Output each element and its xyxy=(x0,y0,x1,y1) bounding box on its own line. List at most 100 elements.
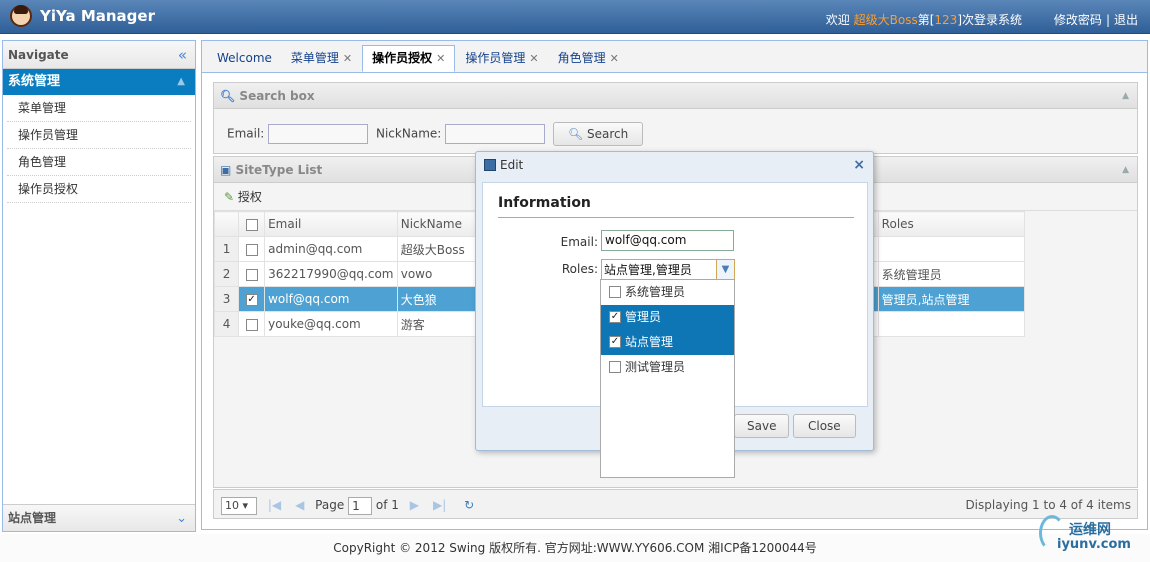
search-icon: 🔍︎ xyxy=(567,127,584,141)
collapse-up-icon[interactable]: ▲ xyxy=(1122,157,1129,183)
tab-label: 菜单管理 xyxy=(290,51,339,65)
role-option[interactable]: 系统管理员 xyxy=(601,280,734,305)
nickname-cell: 超级大Boss xyxy=(396,236,478,262)
row-checkbox-cell xyxy=(238,311,266,337)
tab-role-management[interactable]: 角色管理 ✕ xyxy=(549,46,628,73)
chevron-up-icon[interactable]: ▲ xyxy=(177,69,185,95)
last-page-icon[interactable]: ▶| xyxy=(433,498,446,512)
close-icon[interactable]: ✕ xyxy=(529,52,538,65)
chevron-double-down-icon[interactable]: ⌄ xyxy=(176,505,187,532)
close-button[interactable]: Close xyxy=(793,414,856,438)
page-size-select[interactable]: 10 ▾ xyxy=(221,496,257,515)
row-checkbox[interactable] xyxy=(245,243,258,256)
email-cell: 362217990@qq.com xyxy=(264,261,398,287)
tab-operator-management[interactable]: 操作员管理 ✕ xyxy=(456,46,547,73)
option-checkbox-checked[interactable]: ✓ xyxy=(609,335,621,348)
logo-avatar-icon xyxy=(10,5,32,27)
option-label: 管理员 xyxy=(625,310,662,324)
page-size-value: 10 xyxy=(225,498,239,512)
tab-label: 角色管理 xyxy=(557,51,606,65)
row-checkbox[interactable] xyxy=(245,268,258,281)
tab-bar: Welcome 菜单管理 ✕ 操作员授权 ✕ 操作员管理 ✕ 角色管理 ✕ xyxy=(202,41,1147,73)
email-cell: wolf@qq.com xyxy=(264,286,398,312)
row-number: 4 xyxy=(213,311,240,337)
email-cell: youke@qq.com xyxy=(264,311,398,337)
sidebar-item-menu[interactable]: 菜单管理 xyxy=(7,95,191,122)
option-checkbox[interactable] xyxy=(609,360,621,373)
prev-page-icon[interactable]: ◀ xyxy=(295,498,304,512)
role-option-selected[interactable]: ✓ 站点管理 xyxy=(601,330,734,355)
sidebar-group-system[interactable]: 系统管理 ▲ xyxy=(3,69,195,95)
email-search-input[interactable] xyxy=(268,124,369,144)
sidebar-title: Navigate xyxy=(8,48,69,62)
close-icon[interactable]: ✕ xyxy=(610,52,619,65)
collapse-left-icon[interactable]: « xyxy=(178,41,187,69)
user-name: 超级大Boss xyxy=(853,13,918,27)
row-number: 2 xyxy=(213,261,240,287)
nickname-cell: 游客 xyxy=(396,311,478,337)
page-number-input[interactable]: 1 xyxy=(348,496,373,515)
roles-cell: 管理员,站点管理 xyxy=(877,286,1026,312)
authorize-label: 授权 xyxy=(237,190,262,204)
email-label: Email: xyxy=(227,126,265,141)
watermark-bottom-text: iyunv.com xyxy=(1057,537,1131,552)
row-number: 1 xyxy=(213,236,240,262)
row-checkbox-cell: ✓ xyxy=(238,286,266,312)
chevron-down-icon[interactable]: ▼ xyxy=(716,260,734,280)
column-header-email[interactable]: Email xyxy=(264,211,398,237)
nickname-search-input[interactable] xyxy=(445,124,546,144)
tab-menu-management[interactable]: 菜单管理 ✕ xyxy=(282,46,361,73)
change-password-link[interactable]: 修改密码 xyxy=(1054,13,1102,27)
select-all-checkbox[interactable] xyxy=(245,218,258,231)
option-label: 系统管理员 xyxy=(625,285,686,299)
nickname-cell: vowo xyxy=(396,261,478,287)
search-button[interactable]: 🔍︎ Search xyxy=(552,122,644,146)
refresh-icon[interactable]: ↻ xyxy=(464,498,474,512)
authorize-button[interactable]: ✎ 授权 xyxy=(224,190,262,204)
search-icon: 🔍︎ xyxy=(220,89,236,103)
close-icon[interactable]: × xyxy=(853,152,865,178)
search-box-header: 🔍︎ Search box ▲ xyxy=(214,83,1137,109)
logout-link[interactable]: 退出 xyxy=(1114,13,1138,27)
sidebar-item-operators[interactable]: 操作员管理 xyxy=(7,122,191,149)
dialog-email-input[interactable]: wolf@qq.com xyxy=(601,230,734,251)
column-header-roles[interactable]: Roles xyxy=(877,211,1026,237)
app-title: YiYa Manager xyxy=(40,7,155,25)
dialog-title: Edit xyxy=(500,158,524,172)
tab-label: 操作员管理 xyxy=(465,51,526,65)
welcome-message: 欢迎 超级大Boss第[123]次登录系统 xyxy=(826,11,1022,28)
close-icon[interactable]: ✕ xyxy=(343,52,352,65)
list-title: SiteType List xyxy=(235,163,323,177)
next-page-icon[interactable]: ▶ xyxy=(410,498,419,512)
dialog-email-label: Email: xyxy=(560,235,598,249)
tab-operator-authorization[interactable]: 操作员授权 ✕ xyxy=(362,45,456,72)
close-icon[interactable]: ✕ xyxy=(436,52,445,65)
role-option[interactable]: 测试管理员 xyxy=(601,355,734,380)
sidebar-group-site-label: 站点管理 xyxy=(8,511,57,525)
option-checkbox[interactable] xyxy=(609,285,621,298)
tab-welcome[interactable]: Welcome xyxy=(208,46,281,73)
welcome-prefix: 欢迎 xyxy=(825,13,850,27)
collapse-up-icon[interactable]: ▲ xyxy=(1122,83,1129,109)
nickname-label: NickName: xyxy=(376,126,442,141)
nickname-cell: 大色狼 xyxy=(396,286,478,312)
save-button[interactable]: Save xyxy=(734,414,790,438)
sidebar-group-site[interactable]: 站点管理 ⌄ xyxy=(3,504,195,531)
page-label: Page xyxy=(315,498,345,512)
row-checkbox[interactable] xyxy=(245,318,258,331)
column-header-nickname[interactable]: NickName xyxy=(396,211,478,237)
sidebar-item-roles[interactable]: 角色管理 xyxy=(7,149,191,176)
roles-cell xyxy=(877,236,1026,262)
roles-combobox[interactable]: 站点管理,管理员 ▼ xyxy=(601,259,735,281)
pencil-icon: ✎ xyxy=(224,190,235,204)
disk-icon xyxy=(484,159,496,171)
row-number: 3 xyxy=(213,286,240,312)
search-box-title: Search box xyxy=(239,89,315,103)
row-checkbox-checked[interactable]: ✓ xyxy=(245,293,258,306)
sidebar-item-authorization[interactable]: 操作员授权 xyxy=(7,176,191,203)
option-checkbox-checked[interactable]: ✓ xyxy=(609,310,621,323)
login-prefix: 第[ xyxy=(917,13,935,27)
tab-label: Welcome xyxy=(217,51,272,65)
role-option-selected[interactable]: ✓ 管理员 xyxy=(601,305,734,330)
first-page-icon[interactable]: |◀ xyxy=(268,498,281,512)
